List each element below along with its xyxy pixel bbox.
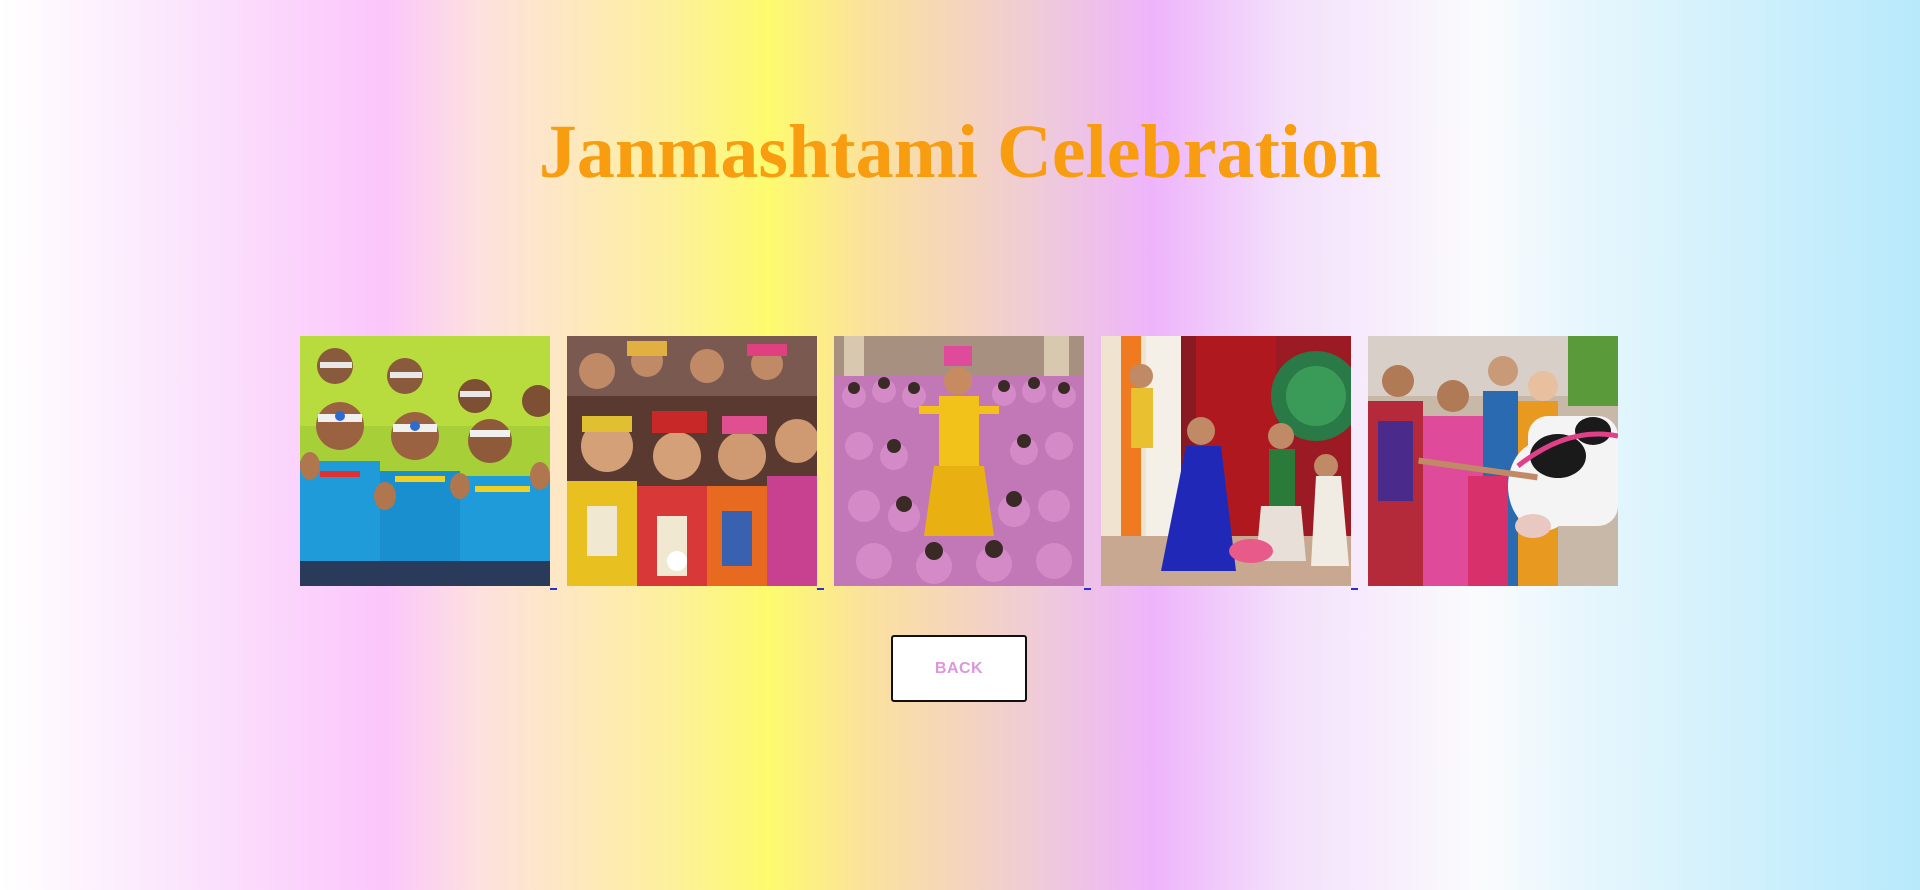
back-button[interactable]: BACK: [891, 635, 1027, 702]
girls-with-cow-statue-photo: [1368, 336, 1618, 586]
photo-link-3[interactable]: [834, 336, 1094, 596]
page-title: Janmashtami Celebration: [538, 110, 1382, 194]
link-underline: [1351, 588, 1358, 590]
children-waving-photo: [300, 336, 550, 586]
link-underline: [1084, 588, 1091, 590]
children-in-costumes-photo: [567, 336, 817, 586]
photo-link-5[interactable]: [1368, 336, 1628, 596]
link-underline: [817, 588, 824, 590]
link-underline: [550, 588, 557, 590]
photo-link-2[interactable]: [567, 336, 827, 596]
stage-performance-photo: [1101, 336, 1351, 586]
photo-link-4[interactable]: [1101, 336, 1361, 596]
krishna-dancer-with-students-photo: [834, 336, 1084, 586]
photo-link-1[interactable]: [300, 336, 560, 596]
